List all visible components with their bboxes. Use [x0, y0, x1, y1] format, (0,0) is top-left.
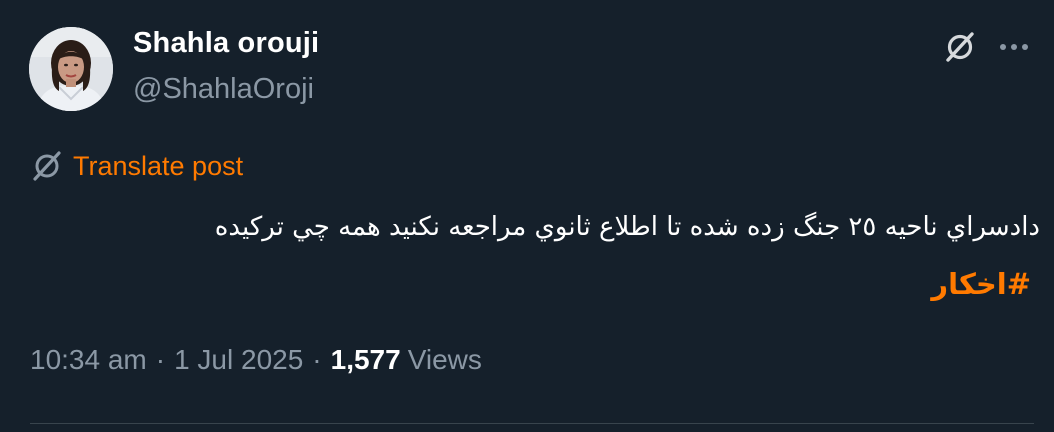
post-text: دادسراي ناحيه ٢٥ جنگ زده شده تا اطلاع ثا… [214, 212, 1040, 242]
translate-post-label: Translate post [73, 150, 244, 181]
author-display-name[interactable]: Shahla orouji [133, 27, 319, 60]
grok-icon[interactable] [942, 29, 978, 65]
divider [30, 423, 1034, 424]
post-meta: 10:34 am · 1 Jul 2025 · 1,577 Views [30, 344, 482, 376]
more-options-icon[interactable] [996, 37, 1032, 57]
views-label: Views [407, 344, 482, 375]
translate-post-link[interactable]: Translate post [30, 148, 243, 184]
post-hashtag[interactable]: #اخكار [931, 264, 1031, 304]
avatar[interactable] [29, 27, 113, 111]
tweet-card: Shahla orouji @ShahlaOroji Translate pos… [0, 0, 1054, 432]
views-count: 1,577 [330, 344, 401, 375]
translate-icon [30, 149, 64, 183]
meta-separator: · [155, 344, 166, 375]
meta-separator: · [312, 344, 322, 375]
avatar-image [29, 27, 113, 111]
post-time[interactable]: 10:34 am [30, 344, 147, 376]
author-handle[interactable]: @ShahlaOroji [133, 73, 314, 106]
post-date[interactable]: 1 Jul 2025 [174, 344, 303, 376]
